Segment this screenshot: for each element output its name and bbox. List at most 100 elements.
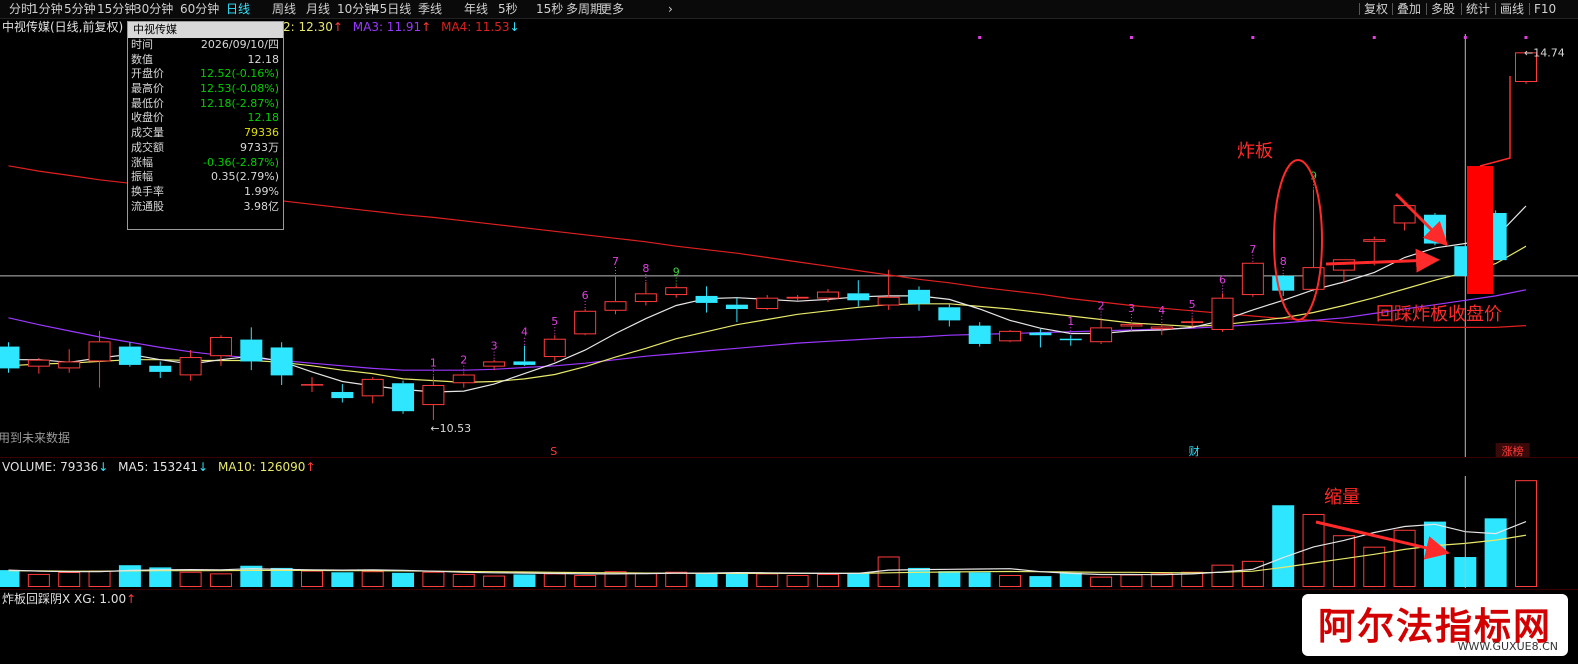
panel-divider-2: [0, 589, 1578, 590]
toolbar-item-4[interactable]: 30分钟: [134, 1, 173, 17]
sequence-label: 6: [1219, 273, 1226, 286]
candle-body-down: [392, 383, 415, 412]
sequence-label: 7: [612, 255, 619, 268]
watermark-logo: 阿尔法指标网 WWW.GUXUE8.CN: [1302, 594, 1568, 656]
top-marker-dot: [1463, 36, 1467, 39]
toolbar-item-12[interactable]: 年线: [464, 1, 488, 17]
info-label: 流通股: [131, 199, 164, 213]
ma-yellow-line: [8, 245, 1527, 384]
volume-bar-up: [1515, 480, 1537, 587]
candle-body-up: [665, 287, 688, 296]
volume-bar-down: [392, 572, 415, 587]
toolbar-item-5[interactable]: 60分钟: [180, 1, 219, 17]
volume-bar-up: [27, 573, 50, 587]
toolbar-item-10[interactable]: 45日线: [372, 1, 411, 17]
toolbar-item-2[interactable]: 5分钟: [64, 1, 96, 17]
toolbar-right-item-0[interactable]: 复权: [1364, 1, 1388, 17]
toolbar-item-13[interactable]: 5秒: [498, 1, 518, 17]
info-value: 12.18(-2.87%): [200, 96, 279, 110]
sequence-label: 2: [1098, 300, 1105, 313]
info-value: 1.99%: [244, 184, 279, 198]
info-value: 0.35(2.79%): [210, 170, 279, 184]
volume-bar-up: [179, 571, 202, 587]
future-data-note: 用到未来数据: [0, 430, 70, 445]
volume-bar-up: [665, 571, 688, 587]
toolbar-right-item-1[interactable]: 叠加: [1397, 1, 1421, 17]
candle-body-down: [513, 361, 536, 365]
toolbar-item-8[interactable]: 月线: [306, 1, 330, 17]
toolbar-item-6[interactable]: 日线: [226, 1, 250, 17]
toolbar-item-9[interactable]: 10分钟: [337, 1, 376, 17]
event-marker-cai: 财: [1189, 444, 1200, 458]
sequence-label: 1: [430, 356, 437, 369]
candle-body-up: [604, 301, 627, 311]
candle-body-up: [1150, 326, 1173, 330]
toolbar-right-item-4[interactable]: 画线: [1500, 1, 1524, 17]
info-value: -0.36(-2.87%): [203, 155, 279, 169]
toolbar-item-3[interactable]: 15分钟: [97, 1, 136, 17]
volume-bar-up: [1120, 574, 1143, 587]
toolbar-item-14[interactable]: 15秒: [536, 1, 563, 17]
volume-bar-up: [543, 573, 566, 587]
toolbar-right-item-5[interactable]: F10: [1534, 1, 1556, 17]
info-row: 成交额 9733万: [128, 141, 283, 156]
info-row: 时间 2026/09/10/四: [128, 38, 283, 53]
top-marker-dot: [978, 36, 982, 39]
toolbar-item-11[interactable]: 季线: [418, 1, 442, 17]
sequence-label: 8: [1280, 255, 1287, 268]
volume-bar-up: [209, 573, 232, 587]
volume-bar-down: [847, 572, 870, 587]
toolbar-item-16[interactable]: 更多: [600, 1, 624, 17]
panel-divider: [0, 457, 1578, 458]
candle-body-up: [1181, 321, 1204, 324]
info-row: 流通股 3.98亿: [128, 200, 283, 215]
toolbar-item-1[interactable]: 1分钟: [31, 1, 63, 17]
volume-ma10-line: [8, 534, 1527, 575]
bar-info-popup: 中视传媒 时间 2026/09/10/四 数值 12.18 开盘价 12.52(-0.16…: [127, 21, 284, 230]
volume-value: VOLUME: 79336: [2, 460, 99, 474]
candle-body-up: [1363, 239, 1386, 242]
indicator-legend: 炸板回踩阴X XG: 1.00↑: [2, 591, 142, 607]
volume-bar-up: [483, 575, 506, 587]
sequence-label: 4: [1158, 304, 1165, 317]
candle-body-down: [725, 304, 748, 310]
toolbar-item-7[interactable]: 周线: [272, 1, 296, 17]
sequence-label: 5: [1189, 298, 1196, 311]
volume-bar-down: [938, 571, 961, 587]
info-row: 数值 12.18: [128, 53, 283, 68]
indicator-arrow: ↑: [126, 592, 137, 606]
volume-legend: VOLUME: 79336↓ MA5: 153241↓ MA10: 126090…: [2, 459, 322, 475]
volume-bar-down: [118, 565, 141, 587]
watermark-url: WWW.GUXUE8.CN: [1457, 640, 1558, 653]
toolbar-right-item-2[interactable]: 多股: [1431, 1, 1455, 17]
more-chevron-icon[interactable]: ›: [668, 1, 673, 17]
candle-body-up: [816, 291, 839, 299]
info-label: 时间: [131, 38, 153, 51]
volume-bar-up: [634, 572, 657, 588]
candle-body-up: [483, 361, 506, 367]
candle-body-down: [938, 307, 961, 321]
volume-bar-up: [1090, 576, 1113, 587]
info-label: 数值: [131, 52, 153, 66]
sequence-label: 4: [521, 326, 528, 339]
toolbar-item-15[interactable]: 多周期: [566, 1, 602, 17]
volume-bar-up: [877, 556, 900, 588]
annotation-connector: [1479, 76, 1511, 167]
candle-body-up: [27, 359, 50, 367]
info-value: 12.18: [247, 52, 280, 66]
candle-body-up: [422, 384, 445, 406]
annotation-huicai: 回踩炸板收盘价: [1376, 304, 1502, 325]
volume-bar-up: [999, 575, 1022, 588]
info-title: 中视传媒: [128, 22, 283, 38]
volume-bar-up: [58, 572, 81, 587]
toolbar-item-0[interactable]: 分时: [9, 1, 33, 17]
annotation-suoliang: 缩量: [1324, 487, 1360, 508]
candle-body-up: [58, 361, 81, 369]
info-row: 最高价 12.53(-0.08%): [128, 82, 283, 97]
toolbar-right-item-3[interactable]: 统计: [1466, 1, 1490, 17]
indicator-value: 炸板回踩阴X XG: 1.00: [2, 592, 127, 606]
volume-bar-up: [1241, 560, 1264, 587]
event-marker-zhangbang: 涨榜: [1502, 444, 1524, 458]
candle-body-down: [968, 325, 991, 344]
volume-bar-down: [1423, 521, 1446, 587]
